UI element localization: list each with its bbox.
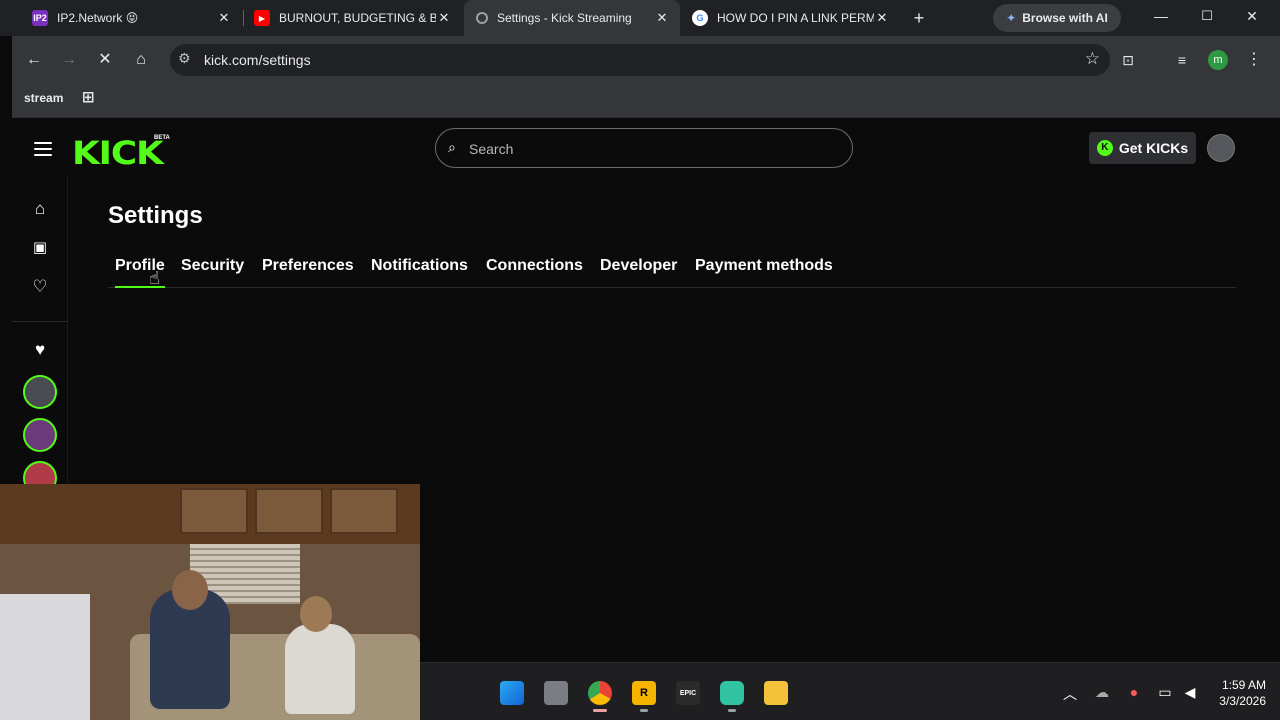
youtube-favicon-icon: ▶: [254, 10, 270, 26]
minimize-icon[interactable]: —: [1151, 8, 1171, 24]
show-hidden-icons-chevron-icon[interactable]: ︿: [1060, 684, 1080, 704]
browser-toolbar: ← → ✕ ⌂ ⚙ kick.com/settings ☆ ⊡ ≡ m ⋮: [12, 36, 1280, 84]
browse-with-ai-button[interactable]: ✦ Browse with AI: [993, 4, 1121, 32]
tab-title: HOW DO I PIN A LINK PERM: [717, 11, 874, 25]
webcam-fridge: [0, 594, 90, 720]
tab-connections[interactable]: Connections: [486, 257, 583, 275]
site-info-icon[interactable]: ⚙: [178, 50, 191, 67]
media-controls-icon[interactable]: ≡: [1172, 50, 1192, 70]
settings-tabs: Profile Security Preferences Notificatio…: [108, 254, 1236, 288]
file-explorer-icon[interactable]: [764, 681, 788, 705]
microphone-icon[interactable]: ●: [1124, 684, 1144, 700]
webcam-cabinet: [330, 488, 398, 534]
google-lens-icon[interactable]: ⊡: [1118, 50, 1138, 70]
search-icon: ⌕: [448, 139, 456, 155]
close-tab-icon[interactable]: ✕: [654, 10, 670, 26]
back-arrow-icon[interactable]: ←: [24, 50, 44, 70]
search-placeholder: Search: [469, 141, 514, 157]
close-tab-icon[interactable]: ✕: [216, 10, 232, 26]
home-icon[interactable]: ⌂: [131, 50, 151, 70]
rockstar-icon[interactable]: R: [632, 681, 656, 705]
page-title: Settings: [108, 202, 203, 229]
side-nav: ⌂ ▣ ♡ ♥: [12, 176, 68, 495]
tab-ip2-network[interactable]: IP2 IP2.Network 😝 ✕: [22, 4, 242, 32]
active-app-indicator: [593, 709, 607, 712]
tab-payment-methods[interactable]: Payment methods: [695, 257, 833, 275]
windows-start-icon[interactable]: [500, 681, 524, 705]
tab-title: Settings - Kick Streaming: [497, 11, 632, 25]
search-input[interactable]: ⌕ Search: [435, 128, 853, 168]
close-window-icon[interactable]: ✕: [1242, 8, 1262, 25]
epic-games-icon[interactable]: EPIC: [676, 681, 700, 705]
task-view-icon[interactable]: [544, 681, 568, 705]
windows-taskbar: R EPIC ︿ ☁ ● ▭ ◀ 1:59 AM 3/3/2026: [420, 662, 1280, 720]
forward-arrow-icon[interactable]: →: [59, 50, 79, 70]
webcam-cabinet: [255, 488, 323, 534]
kick-logo[interactable]: KICK: [72, 134, 164, 172]
webcam-overlay: [0, 484, 420, 720]
stop-loading-icon[interactable]: ✕: [95, 50, 115, 70]
close-tab-icon[interactable]: ✕: [436, 10, 452, 26]
webcam-person-head: [172, 570, 208, 610]
chrome-icon[interactable]: [588, 681, 612, 705]
running-app-indicator: [640, 709, 648, 712]
bookmark-star-icon[interactable]: ☆: [1085, 49, 1100, 69]
get-kicks-button[interactable]: K Get KICKs: [1089, 132, 1196, 164]
loading-favicon-icon: [476, 12, 488, 24]
taskbar-clock[interactable]: 1:59 AM 3/3/2026: [1196, 677, 1266, 709]
profile-avatar[interactable]: m: [1208, 50, 1228, 70]
screen: IP2 IP2.Network 😝 ✕ ▶ BURNOUT, BUDGETING…: [0, 0, 1280, 720]
hamburger-menu-icon[interactable]: [34, 142, 52, 156]
bookmark-stream[interactable]: stream: [24, 91, 63, 105]
followed-heart-icon: ♥: [34, 340, 46, 359]
network-icon[interactable]: ▭: [1155, 684, 1175, 701]
webcam-person: [285, 624, 355, 714]
kicks-coin-icon: K: [1096, 140, 1113, 156]
new-tab-icon[interactable]: +: [909, 8, 929, 28]
home-icon[interactable]: ⌂: [30, 199, 50, 219]
sparkle-icon: ✦: [1006, 11, 1017, 25]
url-text: kick.com/settings: [204, 52, 311, 68]
bookmarks-bar: stream ⊞: [12, 84, 1280, 118]
ip2-favicon-icon: IP2: [32, 10, 48, 26]
running-app-indicator: [728, 709, 736, 712]
tab-kick-settings[interactable]: Settings - Kick Streaming ✕: [464, 0, 680, 36]
mouse-pointer-icon: ☝: [149, 268, 160, 288]
beta-badge: BETA: [154, 135, 170, 141]
tab-youtube-burnout[interactable]: ▶ BURNOUT, BUDGETING & B ✕: [244, 4, 462, 32]
clock-time: 1:59 AM: [1221, 678, 1266, 692]
tab-title: BURNOUT, BUDGETING & B: [279, 11, 436, 25]
browser-tab-strip: IP2 IP2.Network 😝 ✕ ▶ BURNOUT, BUDGETING…: [0, 0, 1280, 36]
tab-preferences[interactable]: Preferences: [262, 257, 354, 275]
browse-with-ai-label: Browse with AI: [1022, 11, 1108, 25]
apps-grid-icon[interactable]: ⊞: [82, 88, 95, 106]
google-favicon-icon: G: [692, 10, 708, 26]
browse-icon[interactable]: ▣: [30, 238, 50, 256]
following-heart-icon[interactable]: ♡: [30, 277, 50, 297]
clock-date: 3/3/2026: [1219, 694, 1266, 708]
get-kicks-label: Get KICKs: [1118, 140, 1189, 156]
close-tab-icon[interactable]: ✕: [874, 10, 890, 26]
webcam-person-head: [300, 596, 332, 632]
followed-channel-avatar[interactable]: [23, 418, 57, 452]
tab-title: IP2.Network 😝: [57, 11, 139, 25]
streamlabs-icon[interactable]: [720, 681, 744, 705]
tab-developer[interactable]: Developer: [600, 257, 677, 275]
maximize-icon[interactable]: ☐: [1197, 8, 1217, 24]
tab-notifications[interactable]: Notifications: [371, 257, 468, 275]
cloud-off-icon[interactable]: ☁: [1092, 684, 1112, 701]
more-menu-icon[interactable]: ⋮: [1244, 50, 1264, 70]
address-bar[interactable]: ⚙ kick.com/settings ☆: [170, 44, 1110, 76]
side-nav-divider: [12, 321, 68, 322]
webcam-cabinet: [180, 488, 248, 534]
tab-google-search[interactable]: G HOW DO I PIN A LINK PERM ✕: [682, 4, 900, 32]
followed-channel-avatar[interactable]: [23, 375, 57, 409]
tab-security[interactable]: Security: [181, 257, 244, 275]
user-avatar[interactable]: [1207, 134, 1235, 162]
